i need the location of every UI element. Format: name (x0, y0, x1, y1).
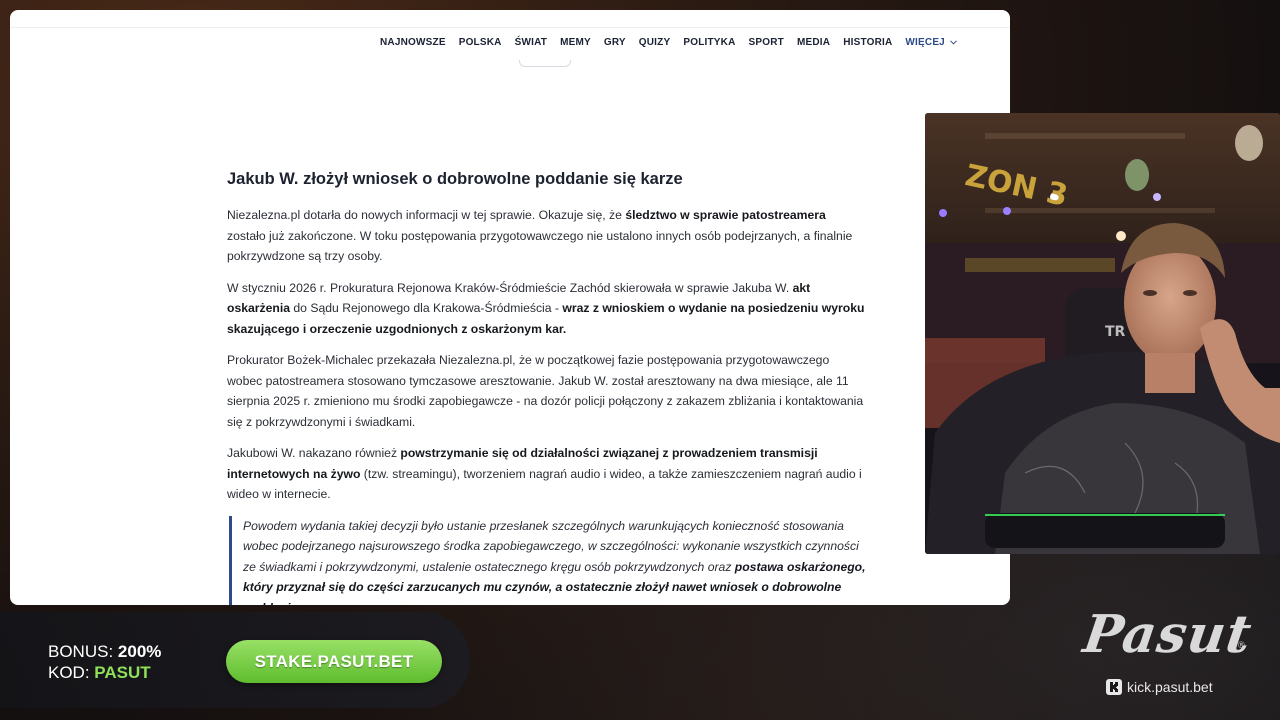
p1-text-c: zostało już zakończone. W toku postępowa… (227, 228, 853, 264)
webcam-feed: ZON 3 TR (925, 113, 1280, 554)
article-paragraph-3: Prokurator Bożek-Michalec przekazała Nie… (227, 353, 864, 429)
p1-text-bold: śledztwo w sprawie patostreamera (625, 208, 826, 222)
webcam-scene: ZON 3 TR (925, 113, 1280, 554)
kick-url: kick.pasut.bet (1127, 679, 1213, 695)
nav-item-polska[interactable]: POLSKA (459, 37, 502, 48)
navbar-divider (10, 27, 1010, 28)
nav-item-more[interactable]: WIĘCEJ (905, 37, 957, 48)
p2-text-a: W styczniu 2026 r. Prokuratura Rejonowa … (227, 280, 793, 295)
p1-text-a: Niezalezna.pl dotarła do nowych informac… (227, 208, 626, 222)
nav-more-label: WIĘCEJ (905, 37, 945, 48)
nav-menu: NAJNOWSZE POLSKA ŚWIAT MEMY GRY QUIZY PO… (380, 37, 957, 48)
registered-mark: ® (1238, 640, 1245, 650)
nav-item-media[interactable]: MEDIA (797, 37, 830, 48)
code-value: PASUT (94, 663, 151, 682)
stake-link-label: STAKE.PASUT.BET (254, 651, 414, 671)
article-paragraph-2: W styczniu 2026 r. Prokuratura Rejonowa … (227, 278, 867, 340)
nav-item-swiat[interactable]: ŚWIAT (515, 37, 547, 48)
p4-text-a: Jakubowi W. nakazano również (227, 446, 401, 460)
kick-icon (1106, 679, 1122, 695)
channel-brand: Pasut ® kick.pasut.bet (1080, 604, 1260, 704)
chevron-down-icon (950, 40, 957, 45)
site-navbar: NAJNOWSZE POLSKA ŚWIAT MEMY GRY QUIZY PO… (10, 10, 1010, 76)
nav-item-polityka[interactable]: POLITYKA (683, 37, 735, 48)
bonus-line: BONUS: 200% (48, 642, 161, 662)
stake-link-button[interactable]: STAKE.PASUT.BET (226, 640, 442, 683)
article-paragraph-1: Niezalezna.pl dotarła do nowych informac… (227, 205, 867, 267)
code-line: KOD: PASUT (48, 663, 151, 683)
bonus-label: BONUS: (48, 642, 114, 661)
nav-item-gry[interactable]: GRY (604, 37, 626, 48)
svg-text:TR: TR (1105, 324, 1126, 340)
article-body: Jakub W. złożył wniosek o dobrowolne pod… (227, 170, 867, 605)
nav-item-najnowsze[interactable]: NAJNOWSZE (380, 37, 446, 48)
p2-text-c: do Sądu Rejonowego dla Krakowa-Śródmieśc… (290, 301, 563, 315)
article-blockquote: Powodem wydania takiej decyzji było usta… (229, 515, 867, 605)
nav-item-historia[interactable]: HISTORIA (843, 37, 892, 48)
nav-item-quizy[interactable]: QUIZY (639, 37, 671, 48)
bonus-value: 200% (117, 642, 162, 661)
nav-item-sport[interactable]: SPORT (749, 37, 784, 48)
kick-link: kick.pasut.bet (1106, 679, 1213, 695)
nav-dropdown-tab[interactable] (519, 60, 571, 67)
browser-page: NAJNOWSZE POLSKA ŚWIAT MEMY GRY QUIZY PO… (10, 10, 1010, 605)
code-label: KOD: (48, 663, 90, 682)
article-paragraph-4: Jakubowi W. nakazano również powstrzyman… (227, 443, 867, 505)
nav-item-memy[interactable]: MEMY (560, 37, 591, 48)
article-heading: Jakub W. złożył wniosek o dobrowolne pod… (227, 170, 683, 188)
brand-logo: Pasut (1079, 604, 1256, 665)
